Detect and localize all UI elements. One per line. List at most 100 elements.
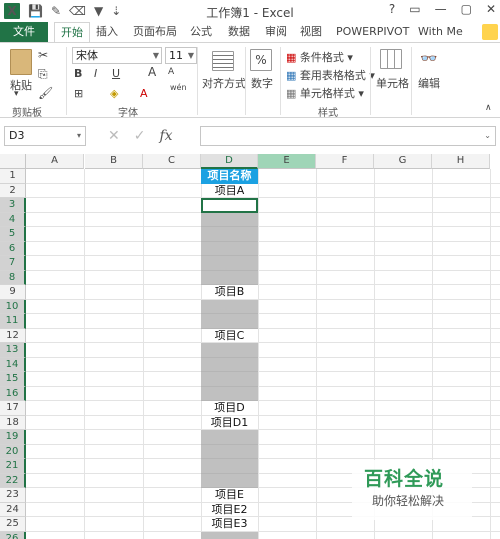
- cell[interactable]: [201, 459, 258, 474]
- cell[interactable]: 项目E3: [201, 517, 258, 532]
- format-painter-icon[interactable]: 🖌: [38, 86, 53, 100]
- cancel-icon[interactable]: ✕: [108, 126, 120, 146]
- grow-font-button[interactable]: A: [148, 65, 156, 79]
- row-header[interactable]: 15: [0, 372, 26, 387]
- row-header[interactable]: 3: [0, 198, 26, 213]
- column-header-g[interactable]: G: [374, 154, 432, 169]
- maximize-button[interactable]: ▢: [461, 2, 472, 16]
- user-avatar-icon[interactable]: [482, 24, 498, 40]
- cell[interactable]: [201, 256, 258, 271]
- chevron-down-icon[interactable]: ⌄: [484, 127, 491, 145]
- header-cell[interactable]: 项目名称: [201, 169, 258, 184]
- row-header[interactable]: 22: [0, 473, 26, 488]
- row-header[interactable]: 17: [0, 401, 26, 416]
- cell[interactable]: [201, 430, 258, 445]
- insert-function-icon[interactable]: fx: [159, 126, 172, 146]
- row-header[interactable]: 23: [0, 488, 26, 503]
- row-header[interactable]: 24: [0, 502, 26, 517]
- row-header[interactable]: 1: [0, 169, 26, 184]
- border-icon[interactable]: ⊞: [74, 87, 83, 100]
- row-header[interactable]: 14: [0, 357, 26, 372]
- row-header[interactable]: 10: [0, 299, 26, 314]
- active-cell[interactable]: [201, 198, 258, 213]
- cell[interactable]: 项目C: [201, 329, 258, 344]
- close-button[interactable]: ✕: [486, 2, 496, 16]
- cells-button[interactable]: 单元格: [376, 75, 409, 91]
- row-header[interactable]: 8: [0, 270, 26, 285]
- ribbon-display-button[interactable]: ▭: [409, 2, 420, 16]
- alignment-icon[interactable]: [212, 51, 234, 71]
- tab-file[interactable]: 文件: [0, 22, 48, 42]
- column-header-d[interactable]: D: [201, 154, 258, 169]
- format-as-table-button[interactable]: ▦ 套用表格格式 ▾: [286, 67, 375, 83]
- formula-input[interactable]: ⌄: [200, 126, 496, 146]
- cell[interactable]: [201, 212, 258, 227]
- cell[interactable]: [201, 386, 258, 401]
- tab-insert[interactable]: 插入: [96, 22, 118, 42]
- tab-review[interactable]: 审阅: [265, 22, 287, 42]
- row-header[interactable]: 2: [0, 183, 26, 198]
- cell[interactable]: [201, 270, 258, 285]
- row-header[interactable]: 6: [0, 241, 26, 256]
- tab-home[interactable]: 开始: [54, 22, 90, 43]
- cell-styles-button[interactable]: ▦ 单元格样式 ▾: [286, 85, 364, 101]
- cell[interactable]: [201, 314, 258, 329]
- cell[interactable]: 项目B: [201, 285, 258, 300]
- tab-view[interactable]: 视图: [300, 22, 322, 42]
- row-header[interactable]: 13: [0, 343, 26, 358]
- number-format-button[interactable]: 数字: [251, 75, 273, 91]
- font-size-select[interactable]: 11 ▼: [165, 47, 197, 64]
- fill-color-icon[interactable]: ◈: [110, 87, 118, 100]
- tab-formulas[interactable]: 公式: [190, 22, 212, 42]
- cell[interactable]: 项目E2: [201, 503, 258, 518]
- cell[interactable]: [201, 372, 258, 387]
- column-header-f[interactable]: F: [316, 154, 374, 169]
- italic-button[interactable]: I: [94, 67, 97, 80]
- row-header[interactable]: 9: [0, 285, 26, 300]
- percent-icon[interactable]: %: [250, 49, 272, 71]
- tab-powerpivot[interactable]: POWERPIVOT: [336, 22, 409, 42]
- paste-dropdown-icon[interactable]: ▾: [14, 89, 19, 99]
- help-button[interactable]: ?: [389, 2, 395, 16]
- font-color-button[interactable]: A: [140, 87, 148, 100]
- select-all-corner[interactable]: [0, 154, 26, 169]
- column-header-e[interactable]: E: [258, 154, 316, 169]
- collapse-ribbon-icon[interactable]: ∧: [485, 103, 492, 113]
- row-header[interactable]: 21: [0, 459, 26, 474]
- row-header[interactable]: 12: [0, 328, 26, 343]
- binoculars-icon[interactable]: 👓: [418, 49, 440, 69]
- row-header[interactable]: 5: [0, 227, 26, 242]
- bold-button[interactable]: B: [74, 67, 82, 80]
- cell[interactable]: [201, 241, 258, 256]
- cell[interactable]: [201, 343, 258, 358]
- row-header[interactable]: 11: [0, 314, 26, 329]
- editing-button[interactable]: 编辑: [418, 75, 440, 91]
- underline-button[interactable]: U: [112, 67, 120, 80]
- shrink-font-button[interactable]: A: [168, 67, 174, 77]
- tab-data[interactable]: 数据: [228, 22, 250, 42]
- cell[interactable]: [201, 531, 258, 539]
- cell[interactable]: 项目E: [201, 488, 258, 503]
- cell[interactable]: [201, 473, 258, 488]
- cell[interactable]: [201, 227, 258, 242]
- paste-icon[interactable]: [10, 49, 32, 75]
- row-header[interactable]: 7: [0, 256, 26, 271]
- tab-with-me[interactable]: With Me: [418, 22, 463, 42]
- cells-icon[interactable]: [380, 49, 402, 69]
- alignment-button[interactable]: 对齐方式: [202, 75, 246, 91]
- row-header[interactable]: 16: [0, 386, 26, 401]
- cell[interactable]: 项目D: [201, 401, 258, 416]
- cell[interactable]: 项目A: [201, 184, 258, 199]
- enter-icon[interactable]: ✓: [134, 126, 146, 146]
- cell[interactable]: 项目D1: [201, 416, 258, 431]
- row-header[interactable]: 19: [0, 430, 26, 445]
- row-header[interactable]: 4: [0, 212, 26, 227]
- cut-icon[interactable]: ✂: [38, 48, 48, 62]
- row-header[interactable]: 18: [0, 415, 26, 430]
- row-header[interactable]: 20: [0, 444, 26, 459]
- font-family-select[interactable]: 宋体 ▼: [72, 47, 162, 64]
- phonetic-guide-button[interactable]: wén: [170, 83, 187, 92]
- copy-icon[interactable]: ⎘: [38, 67, 48, 82]
- row-header[interactable]: 25: [0, 517, 26, 532]
- column-header-a[interactable]: A: [26, 154, 84, 169]
